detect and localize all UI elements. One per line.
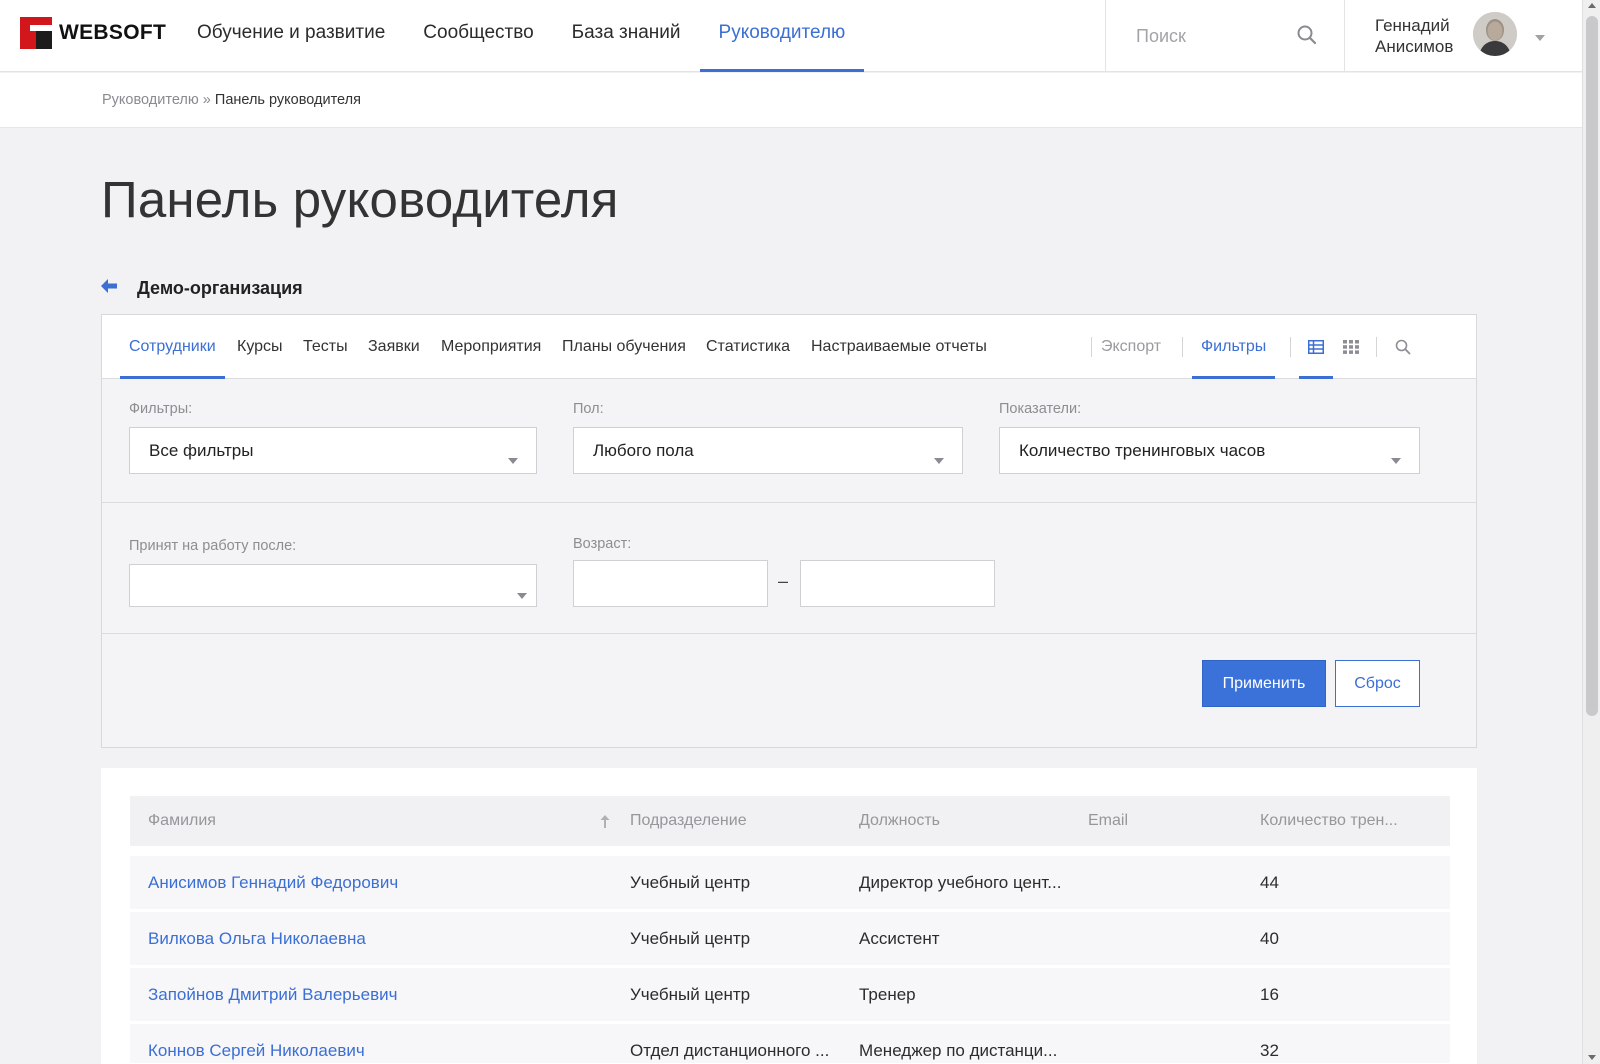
user-menu[interactable]: Геннадий Анисимов [1375, 12, 1545, 60]
scroll-thumb[interactable] [1586, 16, 1598, 716]
position-cell: Ассистент [859, 929, 940, 948]
breadcrumb-current: Панель руководителя [214, 92, 361, 108]
training-hours-cell: 16 [1260, 985, 1279, 1004]
page-scrollbar[interactable] [1582, 0, 1600, 1064]
logo-text: WEBSOFT [59, 21, 167, 44]
department-cell: Отдел дистанционного ... [630, 1041, 830, 1060]
training-hours-cell: 40 [1260, 929, 1279, 948]
table-row[interactable]: Вилкова Ольга Николаевна Учебный центр А… [130, 912, 1450, 966]
breadcrumb-parent-link[interactable]: Руководителю [102, 92, 199, 108]
tab-tests[interactable]: Тесты [294, 315, 357, 379]
column-header-department[interactable]: Подразделение [630, 796, 747, 846]
employee-name-link[interactable]: Коннов Сергей Николаевич [148, 1024, 365, 1063]
age-range-separator: – [778, 571, 789, 591]
logo-icon [20, 17, 52, 49]
nav-item-community[interactable]: Сообщество [404, 0, 552, 72]
breadcrumb: Руководителю » Панель руководителя [102, 92, 361, 108]
metrics-select-value: Количество тренинговых часов [1019, 440, 1266, 460]
grid-view-icon[interactable] [1334, 315, 1368, 379]
tab-bar: Сотрудники Курсы Тесты Заявки Мероприяти… [102, 315, 1476, 379]
column-header-email[interactable]: Email [1088, 796, 1128, 846]
table-row[interactable]: Коннов Сергей Николаевич Отдел дистанцио… [130, 1024, 1450, 1064]
apply-button[interactable]: Применить [1202, 660, 1326, 707]
training-hours-cell: 44 [1260, 873, 1279, 892]
age-to-input[interactable] [800, 560, 995, 607]
tab-events[interactable]: Мероприятия [432, 315, 550, 379]
websoft-logo[interactable]: WEBSOFT [20, 16, 166, 50]
user-name: Геннадий Анисимов [1375, 16, 1454, 56]
nav-item-knowledge-base[interactable]: База знаний [553, 0, 700, 72]
gender-label: Пол: [573, 401, 604, 417]
chevron-down-icon [1391, 449, 1401, 469]
tab-requests[interactable]: Заявки [359, 315, 429, 379]
department-cell: Учебный центр [630, 985, 751, 1004]
scroll-up-icon[interactable] [1588, 3, 1596, 8]
position-cell: Тренер [859, 985, 916, 1004]
tab-employees[interactable]: Сотрудники [120, 315, 225, 379]
manager-panel-card: Сотрудники Курсы Тесты Заявки Мероприяти… [101, 314, 1477, 748]
employee-name-link[interactable]: Запойнов Дмитрий Валерьевич [148, 968, 397, 1022]
metrics-label: Показатели: [999, 401, 1082, 417]
filter-section-extra: Принят на работу после: Возраст: – [102, 503, 1476, 634]
department-cell: Учебный центр [630, 929, 751, 948]
nav-item-manager[interactable]: Руководителю [699, 0, 865, 72]
table-row[interactable]: Запойнов Дмитрий Валерьевич Учебный цент… [130, 968, 1450, 1022]
breadcrumb-bar: Руководителю » Панель руководителя [0, 73, 1582, 128]
search-input[interactable]: Поиск [1105, 0, 1345, 72]
training-hours-cell: 32 [1260, 1041, 1279, 1060]
gender-select-value: Любого пола [593, 440, 694, 460]
filter-section-main: Фильтры: Все фильтры Пол: Любого пола По… [102, 379, 1476, 503]
back-arrow-icon[interactable] [101, 279, 117, 298]
toolbar-divider [1376, 337, 1377, 357]
tab-courses[interactable]: Курсы [228, 315, 292, 379]
toolbar-divider [1182, 337, 1183, 357]
age-from-input[interactable] [573, 560, 768, 607]
department-cell: Учебный центр [630, 873, 751, 892]
nav-item-learning[interactable]: Обучение и развитие [178, 0, 404, 72]
tab-learning-plans[interactable]: Планы обучения [553, 315, 695, 379]
column-header-surname[interactable]: Фамилия [148, 796, 216, 846]
search-placeholder: Поиск [1136, 25, 1186, 46]
table-view-icon[interactable] [1299, 315, 1333, 379]
filters-select-value: Все фильтры [149, 440, 254, 460]
breadcrumb-separator: » [202, 92, 211, 108]
tab-statistics[interactable]: Статистика [697, 315, 799, 379]
filters-select[interactable]: Все фильтры [129, 427, 537, 474]
employees-table: Фамилия Подразделение Должность Email Ко… [101, 768, 1477, 1064]
hired-after-label: Принят на работу после: [129, 538, 297, 554]
filters-button[interactable]: Фильтры [1192, 315, 1276, 379]
main-nav: Обучение и развитие Сообщество База знан… [178, 0, 865, 72]
position-cell: Директор учебного цент... [859, 873, 1062, 892]
chevron-down-icon[interactable] [1535, 28, 1545, 46]
table-search-icon[interactable] [1387, 315, 1419, 379]
table-row[interactable]: Анисимов Геннадий Федорович Учебный цент… [130, 856, 1450, 910]
search-icon[interactable] [1296, 24, 1318, 51]
column-header-training-hours[interactable]: Количество трен... [1260, 796, 1398, 846]
organization-row: Демо-организация [101, 278, 303, 299]
position-cell: Менеджер по дистанци... [859, 1041, 1058, 1060]
employee-name-link[interactable]: Вилкова Ольга Николаевна [148, 912, 366, 966]
gender-select[interactable]: Любого пола [573, 427, 963, 474]
chevron-down-icon [517, 584, 527, 604]
tab-custom-reports[interactable]: Настраиваемые отчеты [802, 315, 996, 379]
chevron-down-icon [508, 449, 518, 469]
page-title: Панель руководителя [101, 171, 619, 228]
avatar[interactable] [1473, 12, 1517, 56]
reset-button[interactable]: Сброс [1335, 660, 1420, 707]
toolbar-divider [1290, 337, 1291, 357]
hired-after-select[interactable] [129, 564, 537, 607]
export-button[interactable]: Экспорт [1092, 315, 1170, 379]
organization-name: Демо-организация [137, 278, 303, 298]
employee-name-link[interactable]: Анисимов Геннадий Федорович [148, 856, 398, 910]
filters-label: Фильтры: [129, 401, 193, 417]
sort-ascending-icon[interactable] [600, 796, 610, 846]
table-header: Фамилия Подразделение Должность Email Ко… [130, 796, 1450, 846]
metrics-select[interactable]: Количество тренинговых часов [999, 427, 1420, 474]
scroll-down-icon[interactable] [1588, 1055, 1596, 1060]
top-header: WEBSOFT Обучение и развитие Сообщество Б… [0, 0, 1582, 72]
age-label: Возраст: [573, 536, 632, 552]
chevron-down-icon [934, 449, 944, 469]
column-header-position[interactable]: Должность [859, 796, 940, 846]
